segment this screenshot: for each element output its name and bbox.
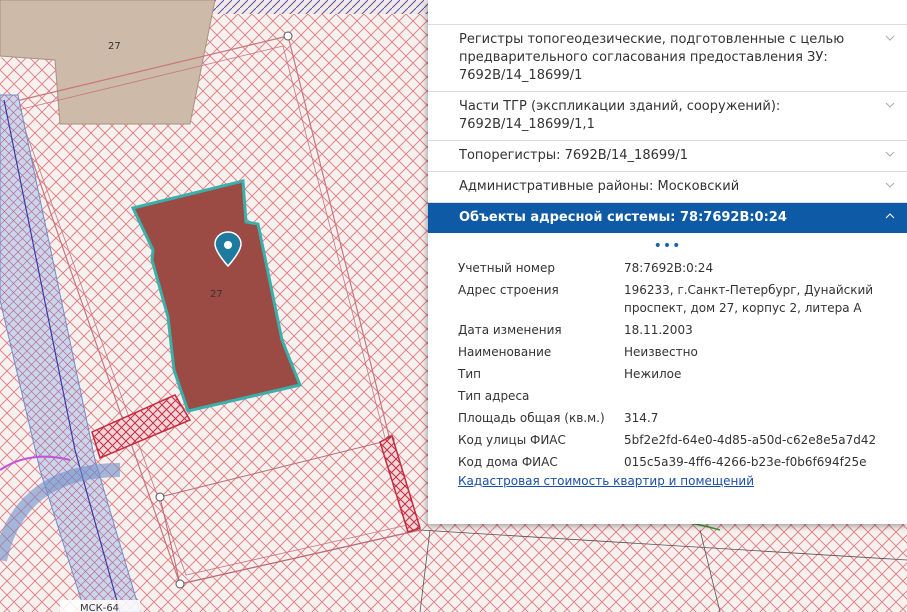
properties-table: Учетный номер 78:7692В:0:24 Адрес строени…: [458, 257, 898, 473]
accordion-item-tgr-parts[interactable]: Части ТГР (экспликации зданий, сооружени…: [428, 92, 907, 141]
accordion-label: Топорегистры: 7692В/14_18699/1: [459, 148, 689, 163]
cadastral-value-link[interactable]: Кадастровая стоимость квартир и помещени…: [458, 474, 907, 488]
accordion-item-hidden[interactable]: [428, 0, 907, 25]
street-label: МСК-64: [80, 603, 119, 612]
table-row: Площадь общая (кв.м.) 314.7: [458, 411, 659, 425]
chevron-down-icon[interactable]: [885, 33, 895, 43]
table-row: Тип адреса: [458, 389, 530, 403]
building-number-label: 27: [210, 289, 223, 300]
more-dots-icon[interactable]: •••: [428, 235, 907, 257]
accordion-label: Части ТГР (экспликации зданий, сооружени…: [459, 99, 781, 132]
accordion-item-topogeodetic-registers[interactable]: Регистры топогеодезические, подготовленн…: [428, 25, 907, 92]
accordion-label: Объекты адресной системы: 78:7692В:0:24: [459, 210, 787, 225]
table-row: Код улицы ФИАС 5bf2e2fd-64e0-4d85-a50d-c6…: [458, 433, 877, 447]
chevron-down-icon[interactable]: [885, 100, 895, 110]
table-row: Дата изменения 18.11.2003: [458, 323, 693, 337]
chevron-up-icon[interactable]: [885, 211, 895, 221]
chevron-down-icon[interactable]: [885, 180, 895, 190]
table-row: Наименование Неизвестно: [458, 345, 698, 359]
accordion-label: Регистры топогеодезические, подготовленн…: [459, 32, 845, 83]
plot-number-label: 27: [108, 41, 121, 52]
accordion-item-admin-districts[interactable]: Административные районы: Московский: [428, 172, 907, 203]
table-row: Учетный номер 78:7692В:0:24: [458, 261, 714, 275]
accordion-item-address-objects[interactable]: Объекты адресной системы: 78:7692В:0:24: [428, 203, 907, 233]
table-row: Тип Нежилое: [458, 367, 682, 381]
accordion-label: Административные районы: Московский: [459, 179, 740, 194]
table-row: Код дома ФИАС 015c5a39-4ff6-4266-b23e-f0b…: [458, 455, 867, 469]
info-panel: Регистры топогеодезические, подготовленн…: [428, 0, 907, 524]
table-row: Адрес строения 196233, г.Санкт-Петербург,…: [458, 283, 874, 315]
accordion-item-toporegisters[interactable]: Топорегистры: 7692В/14_18699/1: [428, 141, 907, 172]
chevron-down-icon[interactable]: [885, 149, 895, 159]
